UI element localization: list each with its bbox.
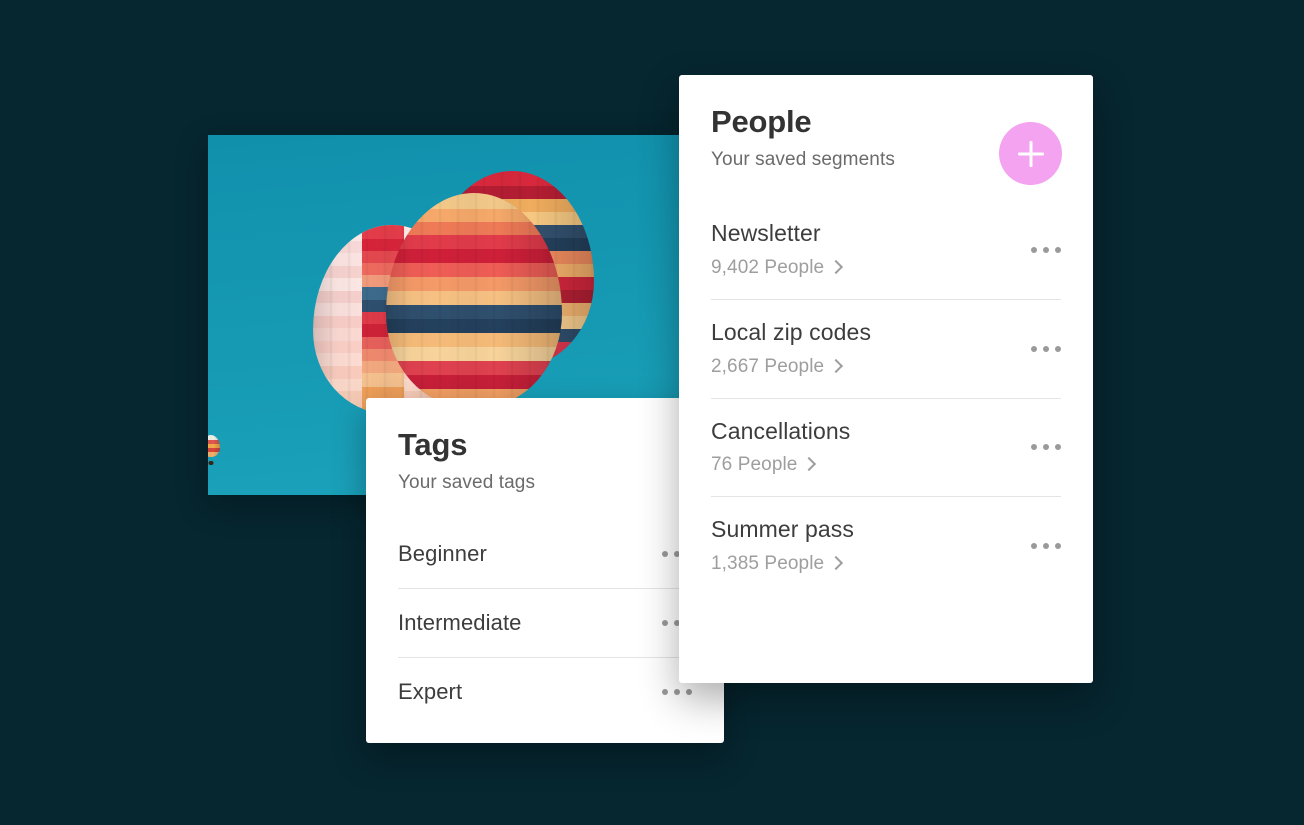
- balloon-small: [208, 435, 220, 465]
- list-item[interactable]: Newsletter 9,402 People: [711, 201, 1061, 299]
- kebab-menu-icon[interactable]: [1031, 438, 1061, 456]
- tags-list: Beginner Intermediate Expert: [366, 520, 724, 726]
- chevron-right-icon: [802, 457, 817, 472]
- segment-count-row[interactable]: 1,385 People: [711, 553, 1061, 575]
- segment-count: 1,385 People: [711, 553, 825, 575]
- tag-name: Intermediate: [398, 610, 522, 636]
- kebab-menu-icon[interactable]: [662, 683, 692, 701]
- kebab-menu-icon[interactable]: [1031, 340, 1061, 358]
- balloon-front: [386, 193, 562, 463]
- tag-name: Expert: [398, 679, 463, 705]
- chevron-right-icon: [829, 556, 844, 571]
- segment-count-row[interactable]: 2,667 People: [711, 356, 1061, 378]
- people-card-header: People Your saved segments: [679, 75, 1093, 185]
- add-segment-button[interactable]: [999, 122, 1062, 185]
- tags-card: Tags Your saved tags Beginner Intermedia…: [366, 398, 724, 743]
- tags-card-title: Tags: [398, 427, 468, 462]
- list-item[interactable]: Local zip codes 2,667 People: [711, 298, 1061, 398]
- list-item[interactable]: Beginner: [398, 520, 692, 588]
- chevron-right-icon: [829, 259, 844, 274]
- segment-count: 76 People: [711, 454, 798, 476]
- segment-count: 9,402 People: [711, 256, 825, 278]
- tags-card-header: Tags Your saved tags: [366, 398, 724, 494]
- segment-count-row[interactable]: 9,402 People: [711, 257, 1061, 279]
- kebab-menu-icon[interactable]: [1031, 241, 1061, 259]
- plus-icon: [1018, 141, 1044, 167]
- list-item[interactable]: Expert: [398, 657, 692, 726]
- segment-count: 2,667 People: [711, 355, 825, 377]
- list-item[interactable]: Intermediate: [398, 588, 692, 657]
- segment-count-row[interactable]: 76 People: [711, 454, 1061, 476]
- segments-list: Newsletter 9,402 People Local zip codes …: [679, 201, 1093, 595]
- tags-card-subtitle: Your saved tags: [398, 472, 536, 494]
- people-card: People Your saved segments Newsletter 9,…: [679, 75, 1093, 683]
- segment-name: Summer pass: [711, 516, 854, 543]
- canvas: Tags Your saved tags Beginner Intermedia…: [0, 0, 1304, 825]
- tag-name: Beginner: [398, 541, 487, 567]
- list-item[interactable]: Summer pass 1,385 People: [711, 496, 1061, 595]
- list-item[interactable]: Cancellations 76 People: [711, 397, 1061, 497]
- segment-name: Newsletter: [711, 220, 821, 247]
- chevron-right-icon: [829, 358, 844, 373]
- segment-name: Cancellations: [711, 417, 851, 444]
- segment-name: Local zip codes: [711, 318, 872, 345]
- kebab-menu-icon[interactable]: [1031, 537, 1061, 555]
